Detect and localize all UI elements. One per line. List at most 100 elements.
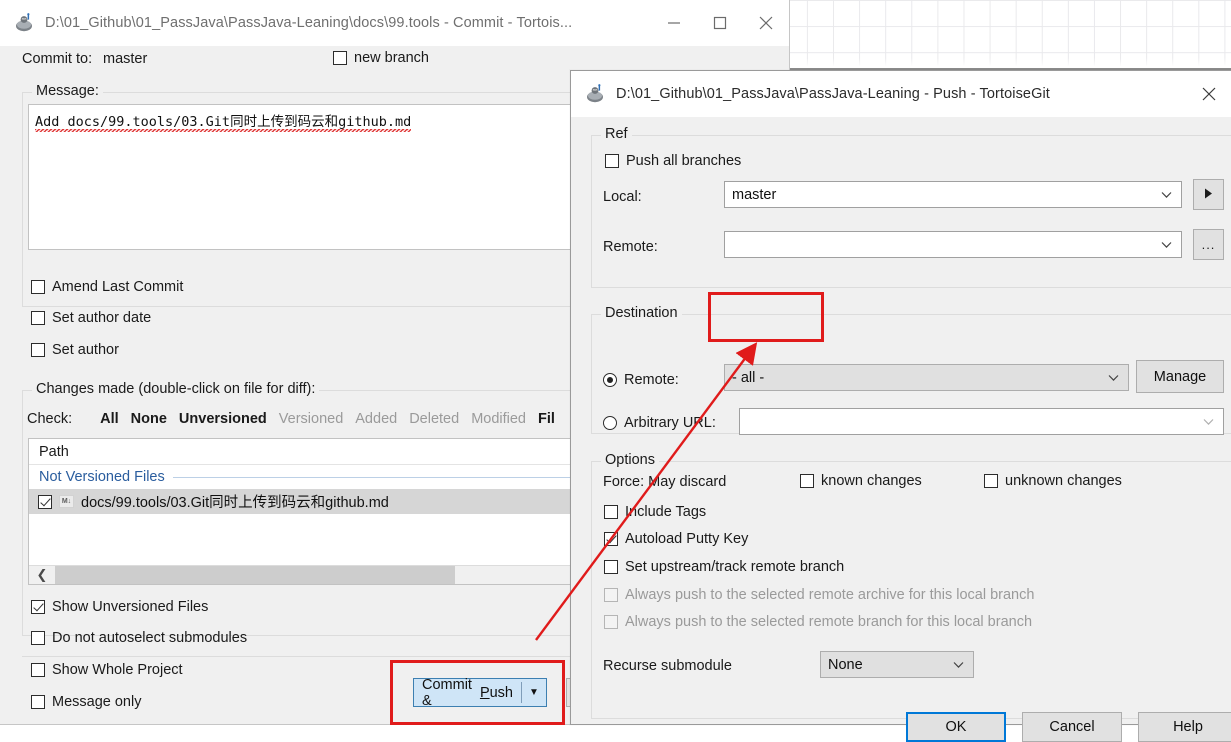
set-upstream-label: Set upstream/track remote branch [625,559,845,575]
check-link-added: Added [355,411,398,427]
chevron-down-icon [1161,191,1172,198]
force-unknown-changes-label: unknown changes [1005,473,1122,489]
recurse-submodule-value: None [828,656,863,673]
do-not-autoselect-submodules-label: Do not autoselect submodules [52,630,248,646]
force-unknown-changes-box [984,474,998,488]
autoload-putty-key-label: Autoload Putty Key [625,531,749,547]
always-push-archive-checkbox: Always push to the selected remote archi… [604,587,1034,603]
check-link-none[interactable]: None [131,411,167,427]
row-checkbox[interactable] [38,494,52,509]
minimize-icon[interactable] [651,0,697,45]
check-links-row: Check: All None Unversioned Versioned Ad… [27,411,555,427]
row-path: docs/99.tools/03.Git同时上传到码云和github.md [81,495,389,511]
destination-group-title: Destination [601,305,682,321]
push-window-buttons [1201,71,1231,116]
set-author-date-checkbox[interactable]: Set author date [31,310,151,326]
set-upstream-box [604,560,618,574]
show-unversioned-files-label: Show Unversioned Files [52,599,209,615]
remote-browse-button[interactable]: ... [1193,229,1224,260]
commit-and-push-label: Commit & Push [414,677,521,709]
amend-last-commit-box [31,280,45,294]
options-group-title: Options [601,452,659,468]
show-unversioned-files-checkbox[interactable]: Show Unversioned Files [31,599,208,615]
chevron-down-icon [1203,418,1214,425]
cancel-button-label: Cancel [1049,719,1095,735]
always-push-archive-label: Always push to the selected remote archi… [625,587,1035,603]
new-branch-label: new branch [354,50,429,66]
commit-and-push-accel: P [479,684,490,701]
dest-arbitrary-radio-circle [603,416,617,430]
maximize-icon[interactable] [697,0,743,45]
commit-to-label: Commit to: [22,51,93,67]
include-tags-label: Include Tags [625,504,707,520]
dest-arbitrary-radio[interactable]: Arbitrary URL: [603,415,716,431]
check-link-versioned: Versioned [278,411,344,427]
amend-last-commit-checkbox[interactable]: Amend Last Commit [31,279,183,295]
recurse-submodule-combo[interactable]: None [820,651,974,678]
list-group-label: Not Versioned Files [39,469,165,485]
manage-button[interactable]: Manage [1136,360,1224,393]
push-window: D:\01_Github\01_PassJava\PassJava-Leanin… [570,70,1231,742]
ref-group-title: Ref [601,126,632,142]
message-only-checkbox[interactable]: Message only [31,694,141,710]
chevron-down-icon[interactable]: ▼ [522,679,546,706]
show-whole-project-checkbox[interactable]: Show Whole Project [31,662,183,678]
do-not-autoselect-submodules-checkbox[interactable]: Do not autoselect submodules [31,630,247,646]
commit-and-push-button[interactable]: Commit & Push ▼ [413,677,547,709]
dest-arbitrary-combo[interactable] [739,408,1224,435]
cancel-button[interactable]: Cancel [1022,712,1122,742]
commit-window-titlebar: D:\01_Github\01_PassJava\PassJava-Leanin… [0,0,789,46]
manage-button-label: Manage [1153,368,1207,385]
set-author-checkbox[interactable]: Set author [31,342,119,358]
remote-ref-label: Remote: [603,239,658,255]
check-link-deleted: Deleted [409,411,460,427]
commit-message-text: Add docs/99.tools/03.Git同时上传到码云和github.m… [35,114,412,132]
check-label: Check: [27,411,73,427]
remote-ref-combo[interactable] [724,231,1182,258]
autoload-putty-key-box [604,532,618,546]
set-upstream-checkbox[interactable]: Set upstream/track remote branch [604,559,844,575]
close-icon[interactable] [1201,71,1231,116]
dest-remote-radio[interactable]: Remote: [603,372,679,388]
ok-button[interactable]: OK [906,712,1006,742]
local-branch-value: master [732,186,777,203]
chevron-down-icon [1161,241,1172,248]
chevron-down-icon [1108,374,1119,381]
push-window-body: Ref Push all branches Local: master Remo… [571,117,1231,742]
help-button[interactable]: Help [1138,712,1231,742]
include-tags-checkbox[interactable]: Include Tags [604,504,706,520]
autoload-putty-key-checkbox[interactable]: Autoload Putty Key [604,531,748,547]
do-not-autoselect-submodules-box [31,631,45,645]
push-all-branches-box [605,154,619,168]
local-label: Local: [603,189,642,205]
local-branch-combo[interactable]: master [724,181,1182,208]
tortoisegit-icon [584,83,606,105]
commit-window-title: D:\01_Github\01_PassJava\PassJava-Leanin… [45,14,573,31]
always-push-branch-label: Always push to the selected remote branc… [625,614,1033,630]
scrollbar-thumb[interactable] [55,566,455,584]
show-whole-project-label: Show Whole Project [52,662,183,678]
always-push-archive-box [604,588,618,602]
push-all-branches-checkbox[interactable]: Push all branches [605,153,741,169]
close-icon[interactable] [743,0,789,45]
include-tags-box [604,505,618,519]
new-branch-checkbox[interactable]: new branch [333,50,429,66]
push-window-titlebar: D:\01_Github\01_PassJava\PassJava-Leanin… [571,71,1231,117]
scroll-left-arrow[interactable]: ❮ [29,567,55,583]
new-branch-checkbox-box [333,51,347,65]
check-link-modified: Modified [471,411,526,427]
check-link-unversioned[interactable]: Unversioned [179,411,267,427]
dest-remote-combo[interactable]: - all - [724,364,1129,391]
force-unknown-changes-checkbox[interactable]: unknown changes [984,473,1122,489]
force-known-changes-checkbox[interactable]: known changes [800,473,922,489]
push-all-branches-label: Push all branches [626,153,742,169]
commit-to-value: master [103,51,148,67]
changes-group-title: Changes made (double-click on file for d… [32,381,320,397]
dest-arbitrary-label: Arbitrary URL: [624,415,716,431]
check-link-all[interactable]: All [100,411,119,427]
check-link-files[interactable]: Fil [538,411,555,427]
set-author-date-box [31,311,45,325]
message-only-label: Message only [52,694,142,710]
local-browse-button[interactable] [1193,179,1224,210]
dest-remote-radio-circle [603,373,617,387]
